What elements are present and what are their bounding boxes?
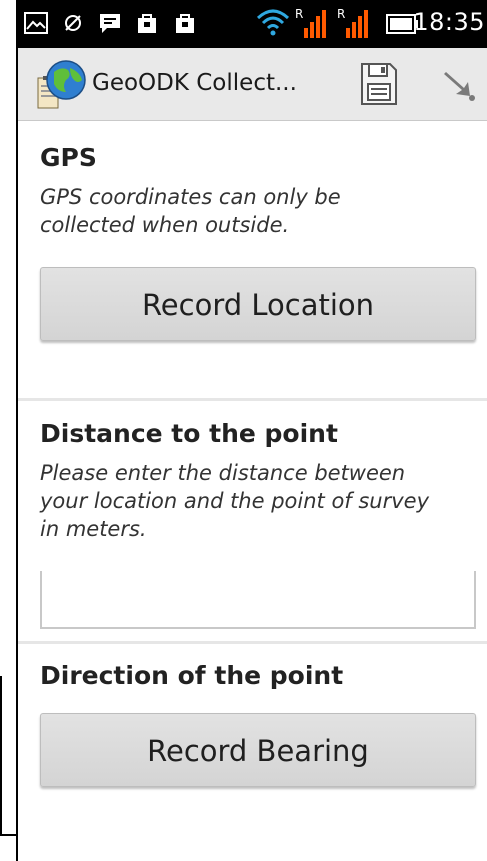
save-button[interactable] [354, 60, 402, 108]
signal-icon: R [294, 6, 328, 44]
question-hint-distance: Please enter the distance between your l… [40, 459, 480, 543]
arrow-icon [444, 72, 475, 101]
bag-icon [174, 12, 196, 38]
bag-icon [136, 12, 158, 38]
hint-line: your location and the point of survey [40, 489, 430, 513]
signal-icon: R [336, 6, 370, 44]
record-location-button[interactable]: Record Location [40, 267, 476, 341]
question-divider [18, 641, 487, 644]
next-button[interactable] [438, 62, 482, 106]
status-bar: R R 18:35 [18, 0, 487, 48]
hint-line: Please enter the distance between [40, 461, 406, 485]
save-icon [361, 63, 397, 105]
question-hint-gps: GPS coordinates can only be collected wh… [40, 183, 480, 239]
question-title-distance: Distance to the point [40, 419, 338, 448]
wifi-icon [256, 8, 290, 40]
question-divider [18, 398, 487, 401]
app-title: GeoODK Collect... [92, 70, 297, 96]
frame-line-bottom [0, 834, 18, 836]
hint-line: in meters. [40, 517, 147, 541]
sync-icon [62, 12, 84, 38]
status-time: 18:35 [413, 8, 485, 36]
action-bar: GeoODK Collect... [18, 48, 487, 121]
roaming-label: R [295, 7, 303, 21]
phone-screen: R R 18:35 GeoODK Collect... GPS GPS coor… [18, 0, 487, 861]
record-bearing-button[interactable]: Record Bearing [40, 713, 476, 787]
question-title-direction: Direction of the point [40, 661, 344, 690]
question-title-gps: GPS [40, 143, 97, 172]
globe-clipboard-icon[interactable] [36, 58, 88, 110]
roaming-label: R [337, 7, 345, 21]
gallery-icon [24, 12, 48, 38]
distance-input[interactable] [40, 571, 476, 629]
chat-icon [98, 12, 122, 38]
hint-line: collected when outside. [40, 213, 290, 237]
form-content: GPS GPS coordinates can only be collecte… [18, 121, 487, 861]
frame-line-outer [0, 676, 2, 836]
hint-line: GPS coordinates can only be [40, 185, 341, 209]
